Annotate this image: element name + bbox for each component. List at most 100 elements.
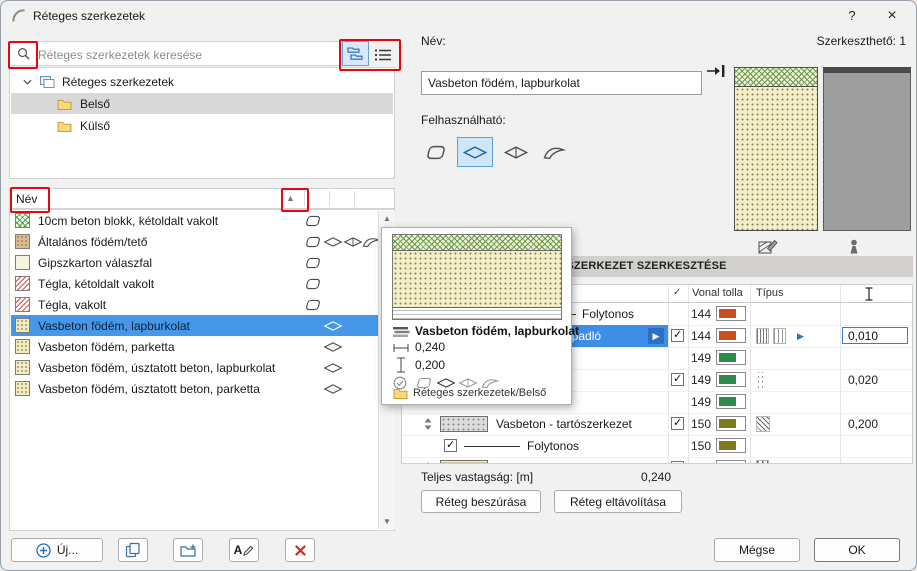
tree-folder-belso[interactable]: Belső bbox=[11, 93, 393, 114]
thickness-edit-box[interactable]: 0,010 bbox=[842, 327, 908, 344]
tooltip-total-thickness: 0,240 bbox=[415, 340, 445, 354]
pen-color-swatch[interactable] bbox=[716, 438, 746, 453]
use-wall-button[interactable] bbox=[421, 141, 451, 163]
pen-number: 156 bbox=[691, 461, 711, 464]
pen-color bbox=[719, 375, 736, 384]
cut-fill-pencil-icon[interactable] bbox=[758, 238, 778, 255]
pen-color-swatch[interactable] bbox=[716, 306, 746, 321]
pen-color-swatch[interactable] bbox=[716, 394, 746, 409]
composite-tooltip: Vasbeton födém, lapburkolat 0,240 0,200 … bbox=[381, 227, 572, 405]
pen-number: 144 bbox=[691, 329, 711, 343]
list-item[interactable]: Tégla, kétoldalt vakolt bbox=[11, 273, 378, 294]
pen-color bbox=[719, 331, 736, 340]
pen-color-swatch[interactable] bbox=[716, 460, 746, 464]
pen-color-swatch[interactable] bbox=[716, 328, 746, 343]
move-row-handle-icon[interactable] bbox=[424, 418, 432, 430]
scroll-down-icon[interactable]: ▼ bbox=[379, 517, 395, 526]
list-view-toggle[interactable] bbox=[370, 42, 395, 67]
slab-usage-icon bbox=[323, 340, 343, 354]
skin-type-icon[interactable] bbox=[773, 328, 786, 344]
skin-fill-swatch bbox=[440, 460, 488, 464]
skin-type-icon[interactable] bbox=[756, 328, 769, 344]
insert-layer-button[interactable]: Réteg beszúrása bbox=[421, 490, 541, 513]
list-item-selected[interactable]: Vasbeton födém, lapburkolat bbox=[11, 315, 378, 336]
new-button[interactable]: Új... bbox=[11, 538, 103, 562]
plus-circle-icon bbox=[36, 543, 51, 558]
help-button[interactable]: ? bbox=[832, 1, 872, 31]
list-item-label: Vasbeton födém, parketta bbox=[38, 340, 175, 354]
new-folder-button[interactable] bbox=[173, 538, 203, 562]
list-item[interactable]: Vasbeton födém, úsztatott beton, lapburk… bbox=[11, 357, 378, 378]
composite-swatch bbox=[15, 297, 30, 312]
thickness-value: 0,010 bbox=[848, 329, 878, 343]
visibility-checkbox[interactable] bbox=[671, 373, 684, 386]
line-type-label: Folytonos bbox=[582, 307, 634, 321]
name-column-header[interactable]: Név bbox=[16, 192, 37, 206]
table-row-skin[interactable]: Vasbeton - tartószerkezet 150 0,200 bbox=[402, 413, 912, 436]
insertion-marker-icon bbox=[706, 64, 728, 78]
pen-color-swatch[interactable] bbox=[716, 416, 746, 431]
visibility-checkbox[interactable] bbox=[671, 329, 684, 342]
sort-ascending-icon[interactable]: ▲ bbox=[286, 193, 295, 203]
remove-layer-button[interactable]: Réteg eltávolítása bbox=[554, 490, 682, 513]
cancel-button[interactable]: Mégse bbox=[714, 538, 800, 562]
move-row-handle-icon[interactable] bbox=[424, 462, 432, 464]
tree-root-row[interactable]: Réteges szerkezetek bbox=[11, 71, 393, 92]
pen-number: 150 bbox=[691, 439, 711, 453]
window-title: Réteges szerkezetek bbox=[33, 9, 145, 23]
scroll-up-icon[interactable]: ▲ bbox=[379, 214, 395, 223]
use-roof-button[interactable] bbox=[501, 141, 531, 163]
pencil-icon bbox=[243, 545, 254, 556]
skin-fill-swatch bbox=[440, 416, 488, 432]
rename-button[interactable]: A bbox=[229, 538, 259, 562]
skin-name: Vakolat - gipsz bbox=[496, 461, 574, 464]
composite-swatch bbox=[15, 276, 30, 291]
skin-type-icon[interactable] bbox=[758, 372, 765, 388]
list-item-label: Tégla, kétoldalt vakolt bbox=[38, 277, 154, 291]
folder-icon bbox=[57, 120, 72, 132]
tooltip-preview-top-layer bbox=[393, 235, 561, 251]
composite-swatch bbox=[15, 213, 30, 228]
thickness-value: 0,010 bbox=[848, 461, 878, 464]
list-item[interactable]: Vasbeton födém, parketta bbox=[11, 336, 378, 357]
tooltip-core-thickness: 0,200 bbox=[415, 358, 445, 372]
pen-color-swatch[interactable] bbox=[716, 350, 746, 365]
pen-number: 149 bbox=[691, 395, 711, 409]
expand-row-button[interactable]: ▶ bbox=[648, 328, 664, 344]
skin-type-icon[interactable] bbox=[756, 416, 770, 432]
pen-number: 149 bbox=[691, 351, 711, 365]
list-item[interactable]: 10cm beton blokk, kétoldalt vakolt bbox=[11, 210, 378, 231]
use-shell-button[interactable] bbox=[539, 141, 569, 163]
line-visibility-checkbox[interactable] bbox=[444, 439, 457, 452]
use-slab-button[interactable] bbox=[457, 137, 493, 167]
total-thickness-value: 0,240 bbox=[641, 470, 671, 484]
delete-button[interactable] bbox=[285, 538, 315, 562]
visibility-checkbox[interactable] bbox=[671, 461, 684, 464]
folder-tree: Réteges szerkezetek Belső Külső bbox=[9, 67, 395, 179]
wall-usage-icon bbox=[303, 235, 323, 249]
table-row-skin[interactable]: Vakolat - gipsz 156 0,010 bbox=[402, 457, 912, 464]
search-input[interactable] bbox=[36, 44, 338, 65]
list-item-label: Vasbeton födém, úsztatott beton, parkett… bbox=[38, 382, 260, 396]
tree-view-toggle[interactable] bbox=[342, 41, 369, 66]
tree-folder-kulso[interactable]: Külső bbox=[11, 115, 393, 136]
skin-type-icon[interactable] bbox=[756, 460, 769, 464]
line-sample bbox=[464, 446, 520, 447]
composite-swatch bbox=[15, 381, 30, 396]
list-item[interactable]: Általános födém/tető bbox=[11, 231, 378, 252]
list-item[interactable]: Gipszkarton válaszfal bbox=[11, 252, 378, 273]
duplicate-button[interactable] bbox=[118, 538, 148, 562]
surfaces-icon[interactable] bbox=[848, 238, 860, 255]
type-dropdown-arrow[interactable]: ▶ bbox=[797, 331, 804, 342]
slab-usage-icon bbox=[323, 361, 343, 375]
list-item[interactable]: Tégla, vakolt bbox=[11, 294, 378, 315]
visibility-checkbox[interactable] bbox=[671, 417, 684, 430]
close-button[interactable]: × bbox=[872, 1, 912, 31]
chevron-down-icon bbox=[23, 79, 32, 85]
pen-color bbox=[719, 397, 736, 406]
list-item[interactable]: Vasbeton födém, úsztatott beton, parkett… bbox=[11, 378, 378, 399]
pen-color-swatch[interactable] bbox=[716, 372, 746, 387]
ok-button[interactable]: OK bbox=[814, 538, 900, 562]
table-row-line[interactable]: Folytonos 150 bbox=[402, 435, 912, 458]
composite-name-input[interactable] bbox=[421, 71, 702, 95]
